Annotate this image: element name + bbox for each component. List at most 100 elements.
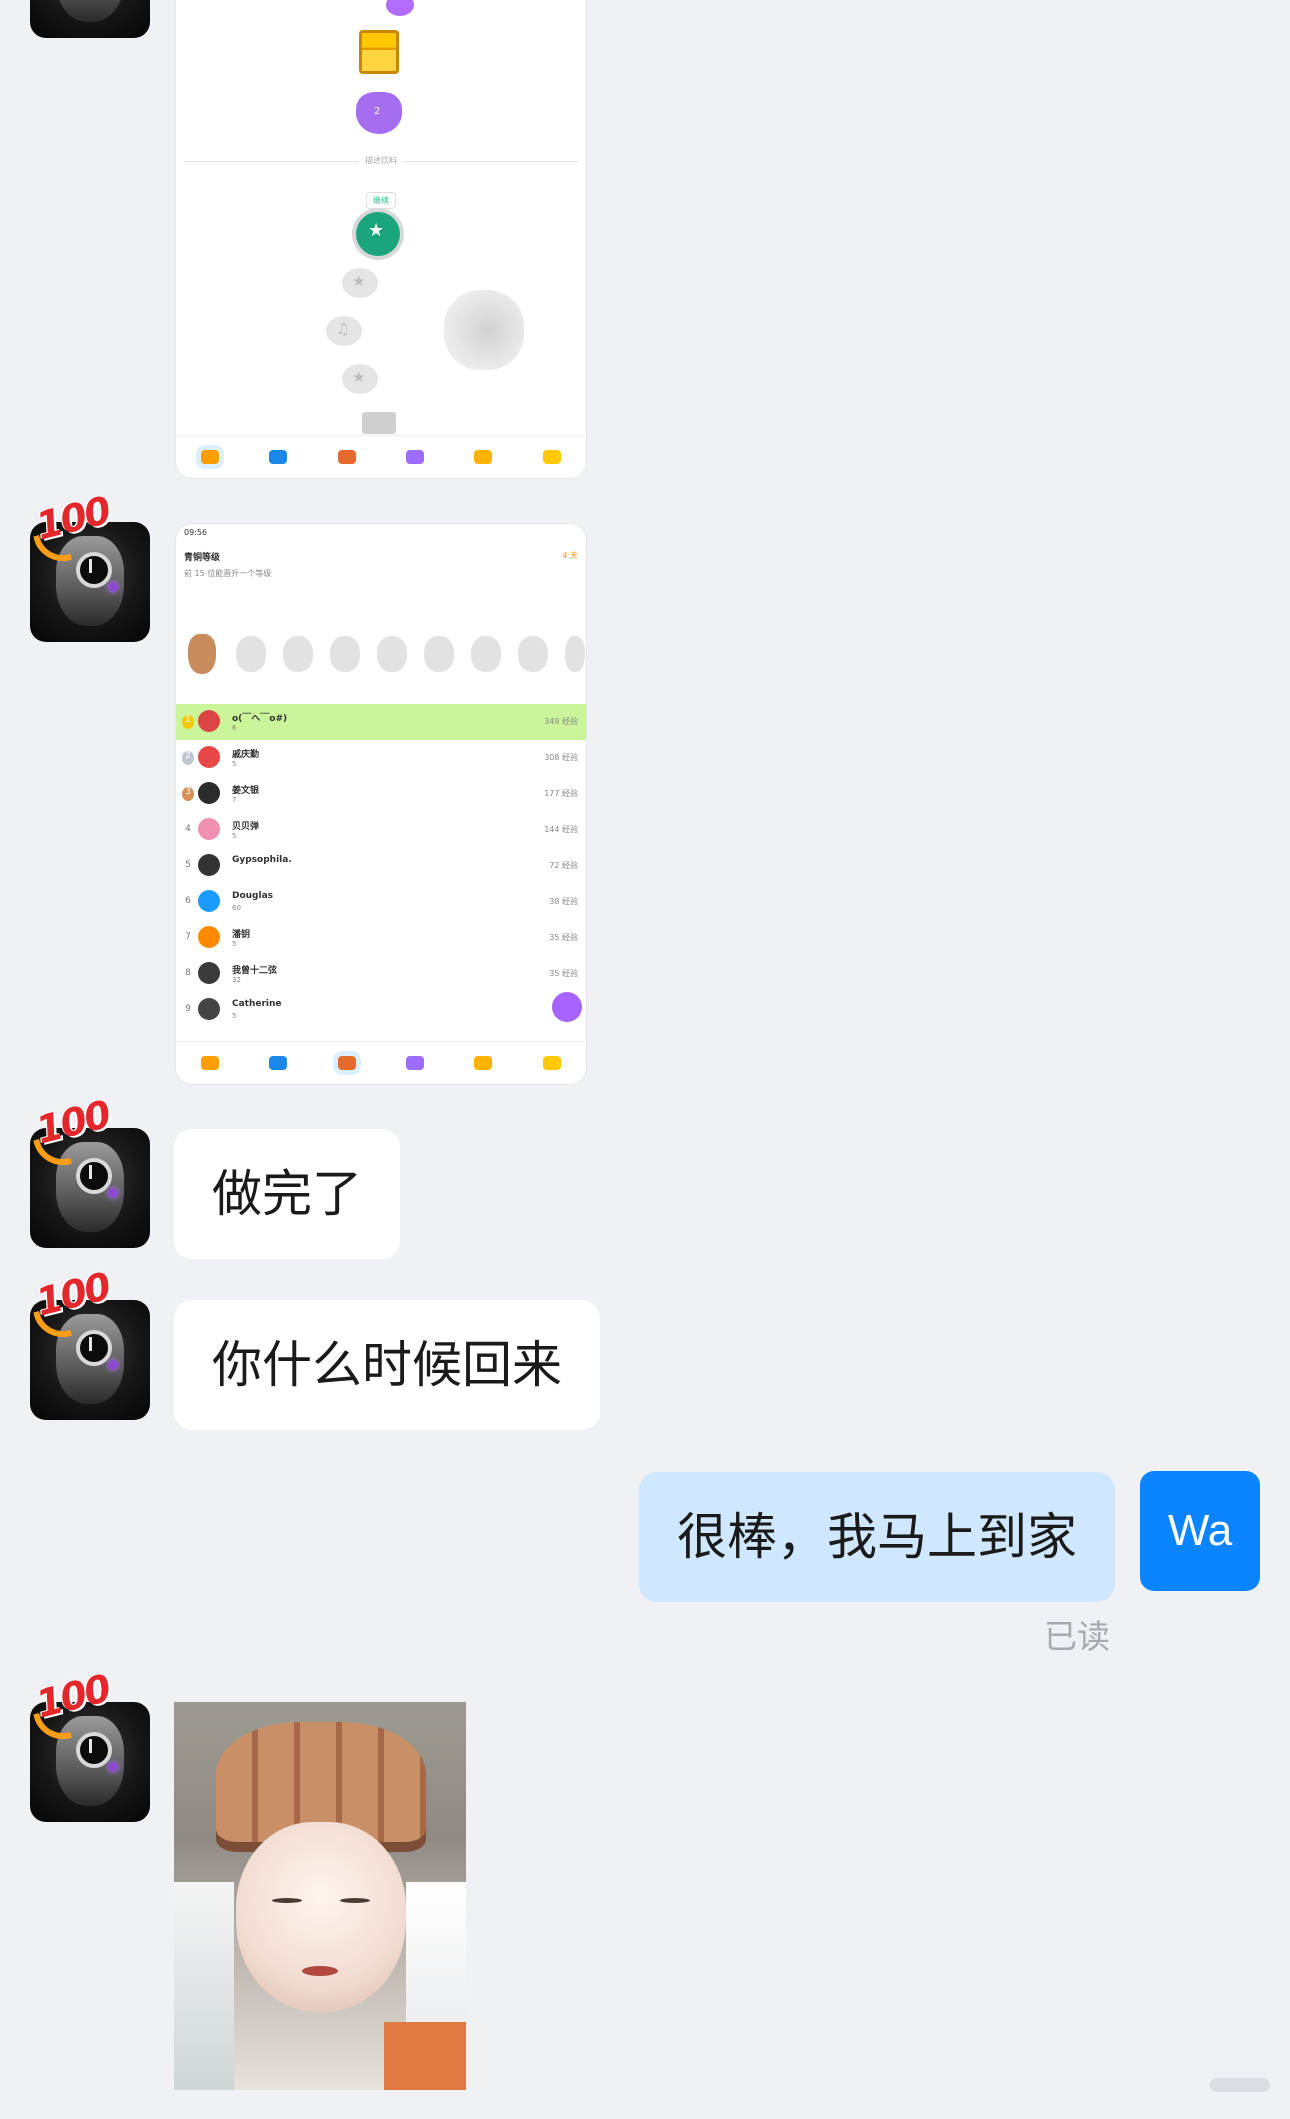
app-bottom-nav [176,1041,586,1084]
leaderboard-username: 戚庆勤 [232,750,260,760]
leaderboard-rank: 5 [185,860,191,870]
leaderboard-rank: 7 [185,932,191,942]
league-subtitle: 前 15 位能晋升一个等级 [184,569,272,578]
user-avatar [198,926,220,948]
league-icon[interactable] [337,450,356,464]
start-tooltip: 继续 [366,192,396,209]
user-avatar [198,962,220,984]
message-bubble-received[interactable]: 做完了 [174,1129,400,1259]
leaderboard-xp: 144 经验 [544,825,578,834]
leaderboard-username: 潘钥 [232,930,251,940]
leaderboard-rank: 1 [182,715,194,729]
flag-count: 5 [232,760,237,768]
locked-league-icon [565,636,585,672]
locked-lesson-star[interactable]: ★ [342,364,378,394]
leaderboard-row[interactable]: 5 Gypsophila. 72 经验 [176,848,586,884]
leaderboard-username: Douglas [232,891,274,901]
locked-league-icon [518,636,548,672]
statue-veil-left [174,1882,234,2090]
notification-icon[interactable] [542,1056,561,1070]
shop-icon[interactable] [474,450,493,464]
leaderboard-xp: 349 经验 [544,717,578,726]
user-avatar [198,998,220,1020]
home-icon[interactable] [201,450,220,464]
image-message-statue-photo[interactable] [174,1702,466,2090]
sleeping-mascot-illustration [444,290,524,370]
leaderboard-rank: 6 [185,896,191,906]
message-bubble-received[interactable]: 你什么时候回来 [174,1300,600,1430]
read-status: 已读 [1044,1617,1110,1656]
profile-icon[interactable] [406,450,425,464]
locked-lesson-headphones[interactable]: ♫ [326,316,362,346]
flag-count: 7 [232,796,237,804]
star-icon: ★ [352,368,366,386]
trophy-icon: 2 [356,92,402,134]
locked-league-icon [377,636,407,672]
user-avatar [198,710,220,732]
flag-count: 5 [232,940,237,948]
leaderboard-row[interactable]: 4 贝贝弹 5 144 经验 [176,812,586,848]
home-icon[interactable] [201,1056,220,1070]
leaderboard-row[interactable]: 3 姜文银 7 177 经验 [176,776,586,812]
leaderboard-row[interactable]: 2 戚庆勤 5 308 经验 [176,740,586,776]
star-icon: ★ [352,272,366,290]
statue-robe [384,2022,466,2090]
leaderboard-rank: 8 [185,968,191,978]
locked-league-icon [424,636,454,672]
scroll-bar[interactable] [1210,2078,1270,2092]
leaderboard-username: Gypsophila. [232,855,292,865]
statue-lips [302,1966,338,1976]
xp-boost-bubble[interactable] [552,992,582,1022]
profile-icon[interactable] [406,1056,425,1070]
statue-eye-right [340,1898,370,1903]
message-bubble-sent[interactable]: 很棒，我马上到家 [639,1472,1115,1602]
user-avatar [198,746,220,768]
leaderboard-xp: 35 经验 [549,969,578,978]
leaderboard-rank: 9 [185,1004,191,1014]
locked-league-icon [330,636,360,672]
image-message-screenshot-2[interactable]: 09:56 青铜等级 前 15 位能晋升一个等级 4 天 1 o(￣ヘ￣o#) 6 3… [176,524,586,1084]
app-bottom-nav [176,435,586,478]
days-left: 4 天 [562,551,578,560]
flag-count: 32 [232,976,241,984]
flag-count: 60 [232,904,241,912]
leaderboard-row[interactable]: 6 Douglas 60 38 经验 [176,884,586,920]
purple-node-icon [386,0,414,16]
image-message-screenshot-1[interactable]: 2 描述饮料 继续 ★ ★ ♫ ★ [176,0,586,478]
leaderboard-row[interactable]: 7 潘钥 5 35 经验 [176,920,586,956]
active-lesson-star-button[interactable]: ★ [356,212,400,256]
treasure-chest-icon [359,30,399,74]
user-avatar [198,782,220,804]
status-time: 09:56 [184,528,208,537]
my-avatar[interactable]: Wa [1140,1471,1260,1591]
leaderboard-xp: 38 经验 [549,897,578,906]
flag-count: 5 [232,832,237,840]
leaderboard-username: 我曾十二弦 [232,966,278,976]
leaderboard-row[interactable]: 1 o(￣ヘ￣o#) 6 349 经验 [176,704,586,740]
league-badges-row [186,634,586,684]
flag-count: 5 [232,1012,237,1020]
leaderboard-rank: 2 [182,751,194,765]
statue-face [236,1822,406,2012]
trophy-level: 2 [374,106,381,117]
practice-icon[interactable] [269,450,288,464]
leaderboard-xp: 308 经验 [544,753,578,762]
user-avatar [198,818,220,840]
star-icon: ★ [368,220,385,241]
leaderboard-xp: 177 经验 [544,789,578,798]
locked-league-icon [283,636,313,672]
leaderboard-rank: 3 [182,787,194,801]
contact-avatar[interactable] [30,0,150,38]
notification-icon[interactable] [542,450,561,464]
headphones-icon: ♫ [336,320,350,338]
leaderboard-username: o(￣ヘ￣o#) [232,714,288,724]
locked-lesson-star[interactable]: ★ [342,268,378,298]
league-title: 青铜等级 [184,553,221,563]
practice-icon[interactable] [269,1056,288,1070]
bronze-league-icon [188,634,216,674]
leaderboard-row[interactable]: 9Catherine53 [176,992,586,1028]
shop-icon[interactable] [474,1056,493,1070]
league-icon[interactable] [337,1056,356,1070]
section-label: 描述饮料 [176,155,586,166]
leaderboard-row[interactable]: 8 我曾十二弦 32 35 经验 [176,956,586,992]
